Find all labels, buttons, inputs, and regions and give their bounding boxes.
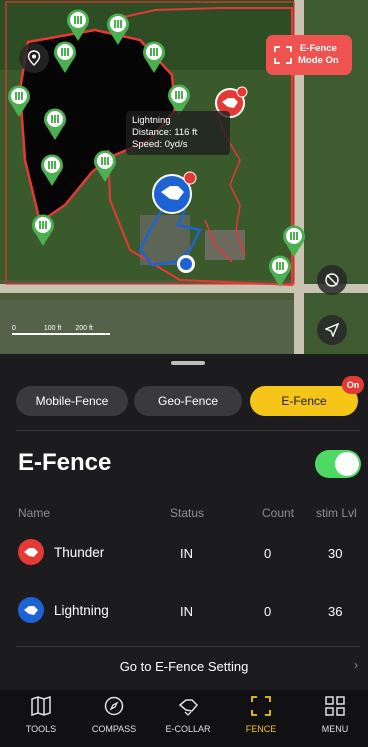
- efence-setting-link[interactable]: Go to E-Fence Setting: [0, 659, 368, 674]
- scale-zero: 0: [12, 325, 16, 332]
- location-pin-button[interactable]: [19, 43, 49, 73]
- dog-avatar: [18, 597, 44, 623]
- drag-handle[interactable]: [171, 361, 205, 365]
- lightning-dog-marker[interactable]: [152, 170, 198, 216]
- tooltip-speed: Speed: 0yd/s: [132, 139, 188, 150]
- header-count: Count: [262, 506, 295, 520]
- map-icon: [31, 695, 51, 717]
- header-status: Status: [170, 506, 205, 520]
- collar-icon: [178, 699, 199, 716]
- row-stim: 36: [328, 604, 343, 619]
- on-badge: On: [342, 376, 364, 394]
- recenter-button[interactable]: [317, 315, 347, 345]
- row-status: IN: [180, 604, 193, 619]
- fence-marker[interactable]: [267, 254, 293, 288]
- tooltip-name: Lightning: [132, 115, 171, 126]
- fence-marker[interactable]: [65, 8, 91, 42]
- nav-label: FENCE: [245, 724, 277, 734]
- divider: [16, 430, 360, 431]
- fence-marker[interactable]: [141, 40, 167, 74]
- tab-geo-fence[interactable]: Geo-Fence: [134, 386, 242, 416]
- fence-frame-icon: [274, 46, 292, 64]
- fence-marker[interactable]: [92, 149, 118, 183]
- tooltip-distance: Distance: 116 ft: [132, 127, 198, 138]
- dog-avatar: [18, 539, 44, 565]
- tab-mobile-fence[interactable]: Mobile-Fence: [16, 386, 128, 416]
- nav-fence[interactable]: FENCE: [224, 696, 298, 734]
- nav-label: E-COLLAR: [165, 724, 211, 734]
- compass-icon: [104, 696, 124, 716]
- nav-compass[interactable]: COMPASS: [77, 696, 151, 734]
- divider: [16, 646, 360, 647]
- nav-label: MENU: [321, 724, 349, 734]
- nav-e-collar[interactable]: E-COLLAR: [151, 696, 225, 734]
- section-title: E-Fence: [18, 449, 112, 476]
- navigation-arrow-icon: [325, 323, 339, 337]
- dog-icon: [24, 548, 38, 557]
- efence-mode-chip[interactable]: E-Fence Mode On: [266, 35, 352, 75]
- grid-icon: [325, 696, 345, 716]
- fence-marker[interactable]: [30, 213, 56, 247]
- map-view[interactable]: Lightning Distance: 116 ft Speed: 0yd/s …: [0, 0, 368, 354]
- nav-tools[interactable]: TOOLS: [4, 695, 78, 734]
- location-pin-icon: [27, 50, 41, 66]
- fence-marker[interactable]: [281, 224, 307, 258]
- efence-toggle[interactable]: [315, 450, 361, 478]
- fence-marker[interactable]: [105, 12, 131, 46]
- nav-menu[interactable]: MENU: [298, 696, 368, 734]
- chevron-right-icon: ›: [354, 658, 358, 672]
- satellite-toggle-icon: [325, 273, 339, 287]
- dog-info-tooltip: Lightning Distance: 116 ft Speed: 0yd/s: [126, 111, 230, 155]
- row-count: 0: [264, 604, 272, 619]
- scale-end: 200 ft: [75, 325, 93, 332]
- dog-icon: [24, 606, 38, 615]
- map-scale: 0 100 ft 200 ft: [12, 325, 110, 335]
- row-status: IN: [180, 546, 193, 561]
- fence-marker[interactable]: [39, 153, 65, 187]
- fence-marker[interactable]: [42, 107, 68, 141]
- row-count: 0: [264, 546, 272, 561]
- efence-mode-label: E-Fence Mode On: [298, 43, 339, 66]
- fence-panel: Mobile-Fence Geo-Fence E-Fence On E-Fenc…: [0, 354, 368, 690]
- user-location-dot: [177, 255, 195, 273]
- nav-label: COMPASS: [91, 724, 137, 734]
- header-name: Name: [18, 506, 51, 520]
- row-name[interactable]: Thunder: [54, 545, 104, 560]
- row-name[interactable]: Lightning: [54, 603, 109, 618]
- tab-e-fence[interactable]: E-Fence: [250, 386, 358, 416]
- scale-mid: 100 ft: [43, 325, 62, 332]
- fence-marker[interactable]: [52, 40, 78, 74]
- header-stim: stim Lvl: [316, 506, 357, 520]
- row-stim: 30: [328, 546, 343, 561]
- fence-icon: [251, 696, 271, 716]
- layers-button[interactable]: [317, 265, 347, 295]
- dog-icon: [152, 171, 197, 214]
- fence-marker[interactable]: [6, 84, 32, 118]
- bottom-nav: TOOLS COMPASS E-COLLAR FENCE MENU: [0, 690, 368, 747]
- nav-label: TOOLS: [25, 724, 57, 734]
